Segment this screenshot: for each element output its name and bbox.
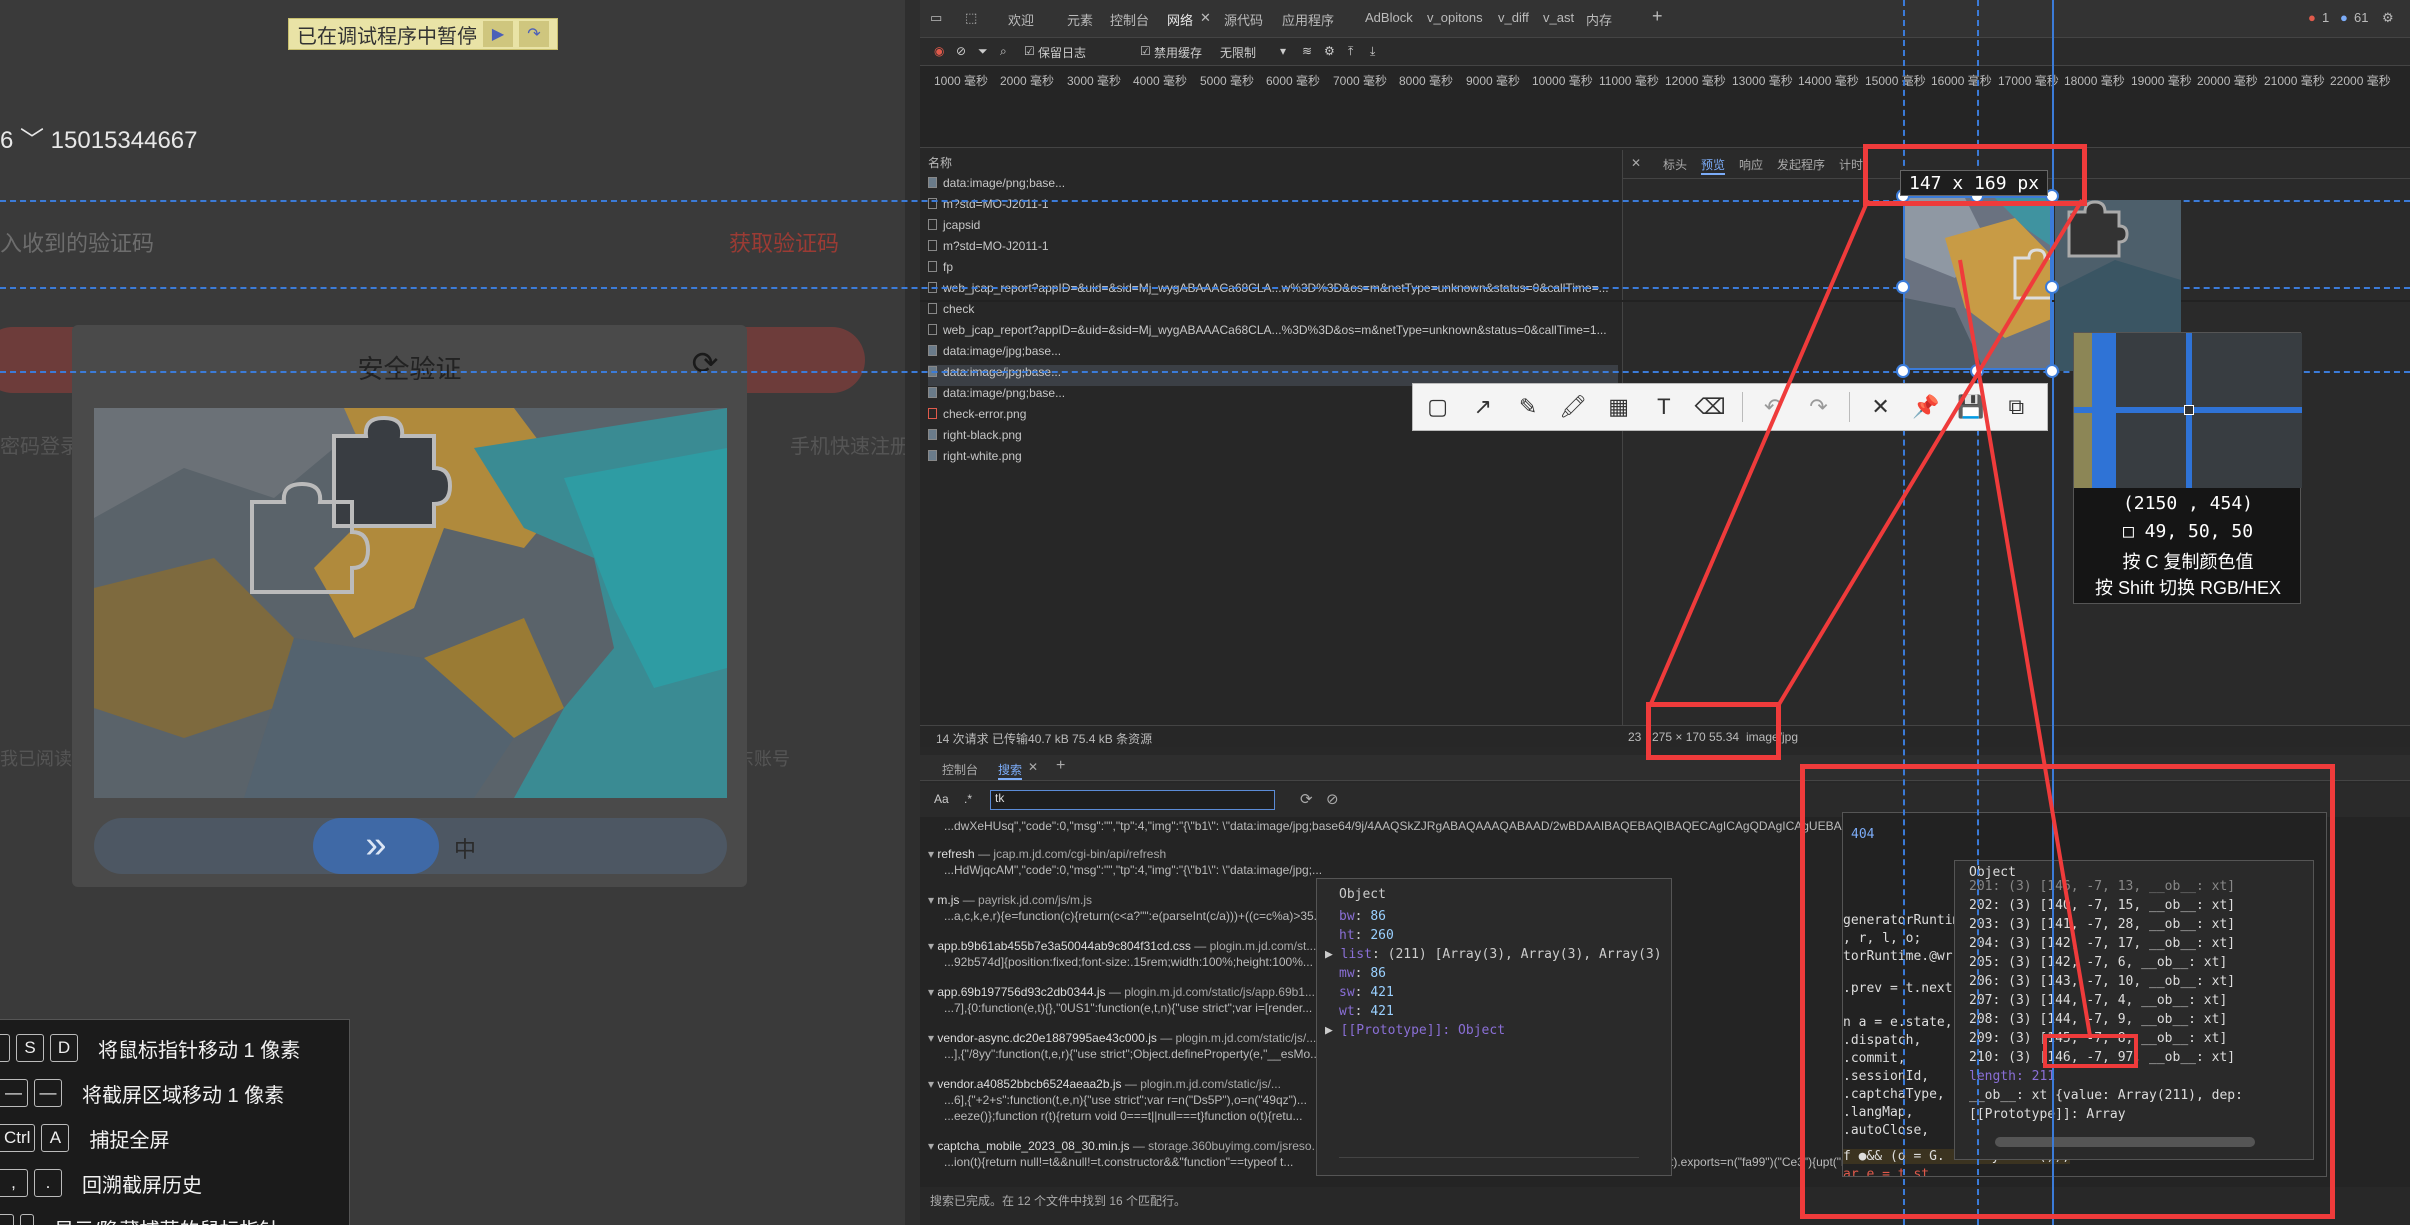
annotation-line xyxy=(1958,259,2092,1037)
annotation-line xyxy=(1648,199,1870,707)
annotation-line xyxy=(1776,198,2084,708)
annotation-arrows-svg xyxy=(1648,198,2092,1037)
